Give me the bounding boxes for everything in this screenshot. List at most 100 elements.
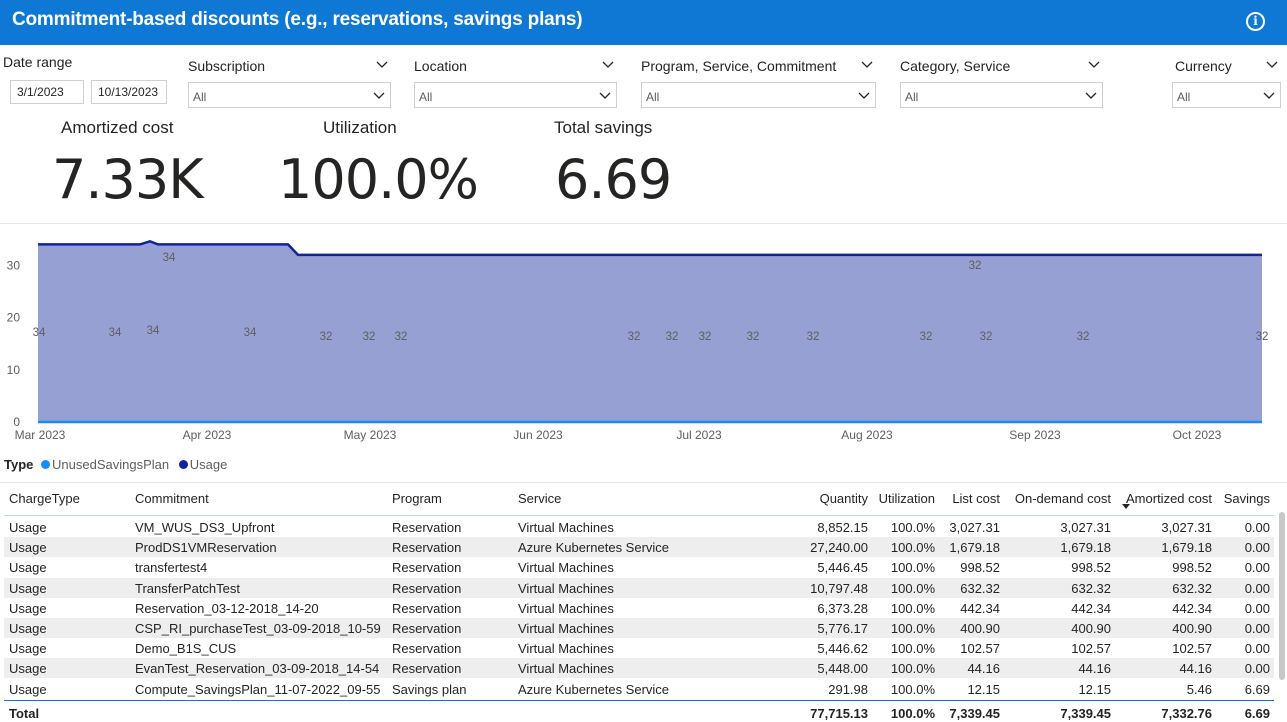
date-start-input[interactable]: 3/1/2023 bbox=[10, 80, 84, 104]
cell-utilization: 100.0% bbox=[890, 540, 935, 556]
date-end-input[interactable]: 10/13/2023 bbox=[91, 80, 167, 104]
cell-savings: 0.00 bbox=[1244, 560, 1270, 576]
cell-utilization: 100.0% bbox=[890, 621, 935, 636]
cell-amortized-cost: 44.16 bbox=[1179, 661, 1212, 677]
cell-amortized-cost: 632.32 bbox=[1172, 580, 1212, 596]
cell-service: Azure Kubernetes Service bbox=[518, 540, 670, 556]
total-ondemand-cost: 7,339.45 bbox=[1060, 706, 1111, 721]
table-row[interactable]: Usage transfertest4 Reservation Virtual Mac… bbox=[4, 557, 1274, 577]
kpi-amortized-value: 7.33K bbox=[52, 148, 204, 211]
program-value: All bbox=[646, 90, 660, 104]
table-row[interactable]: Usage CSP_RI_purchaseTest_03-09-2018_10-5… bbox=[4, 618, 1274, 638]
column-header-ondemand-cost[interactable]: On-demand cost bbox=[1015, 491, 1111, 506]
cell-commitment: TransferPatchTest bbox=[135, 580, 241, 596]
table-row[interactable]: Usage Compute_SavingsPlan_11-07-2022_09-5… bbox=[4, 679, 1274, 699]
total-label: Total bbox=[9, 706, 40, 721]
table-row[interactable]: Usage Demo_B1S_CUS Reservation Virtual Mach… bbox=[4, 638, 1274, 658]
legend-usage-marker bbox=[178, 460, 188, 469]
cell-amortized-cost: 400.90 bbox=[1172, 621, 1212, 636]
legend-unused-label[interactable]: UnusedSavingsPlan bbox=[52, 457, 169, 472]
cell-list-cost: 998.52 bbox=[960, 560, 1000, 576]
cell-program: Savings plan bbox=[392, 681, 467, 697]
data-label: 32 bbox=[807, 331, 820, 343]
section-divider bbox=[0, 223, 1287, 224]
column-header-commitment[interactable]: Commitment bbox=[135, 491, 209, 506]
chevron-down-icon bbox=[858, 92, 870, 100]
table-row[interactable]: Usage VM_WUS_DS3_Upfront Reservation Virtua… bbox=[4, 517, 1274, 537]
cell-utilization: 100.0% bbox=[890, 560, 935, 576]
subscription-value: All bbox=[193, 90, 207, 104]
y-tick-label: 30 bbox=[7, 258, 21, 272]
total-list-cost: 7,339.45 bbox=[949, 706, 1000, 721]
table-row[interactable]: Usage EvanTest_Reservation_03-09-2018_14-… bbox=[4, 658, 1274, 679]
table-row[interactable]: Usage ProdDS1VMReservation Reservation Azur… bbox=[4, 537, 1274, 558]
data-label: 32 bbox=[920, 331, 933, 343]
category-dropdown[interactable]: All bbox=[900, 82, 1103, 108]
x-tick-label: Aug 2023 bbox=[841, 428, 893, 442]
cell-utilization: 100.0% bbox=[890, 580, 935, 596]
column-header-program[interactable]: Program bbox=[392, 491, 442, 506]
cell-list-cost: 1,679.18 bbox=[949, 540, 1000, 556]
y-tick-label: 20 bbox=[7, 311, 21, 325]
table-row[interactable]: Usage Reservation_03-12-2018_14-20 Reserva… bbox=[4, 598, 1274, 618]
table-row[interactable]: Usage TransferPatchTest Reservation Virtual… bbox=[4, 577, 1274, 598]
cell-list-cost: 102.57 bbox=[960, 641, 1000, 657]
total-savings: 6.69 bbox=[1244, 706, 1270, 721]
data-label: 32 bbox=[628, 331, 641, 343]
chevron-down-icon bbox=[1263, 92, 1275, 100]
data-label: 32 bbox=[395, 331, 408, 343]
total-quantity: 77,715.13 bbox=[810, 706, 868, 721]
cell-list-cost: 442.34 bbox=[960, 600, 1000, 616]
cell-quantity: 5,448.00 bbox=[817, 661, 868, 677]
data-label: 34 bbox=[163, 252, 176, 264]
info-icon[interactable]: i bbox=[1246, 12, 1265, 31]
currency-expand-icon[interactable] bbox=[1266, 61, 1278, 69]
location-dropdown[interactable]: All bbox=[414, 82, 617, 108]
table-scrollbar[interactable] bbox=[1279, 512, 1285, 680]
cell-chargetype: Usage bbox=[9, 560, 47, 576]
cell-chargetype: Usage bbox=[9, 580, 47, 596]
data-label: 32 bbox=[1256, 331, 1269, 343]
currency-dropdown[interactable]: All bbox=[1172, 82, 1281, 108]
cell-amortized-cost: 1,679.18 bbox=[1161, 540, 1212, 556]
program-dropdown[interactable]: All bbox=[641, 82, 876, 108]
date-range-label: Date range bbox=[3, 54, 73, 70]
cell-savings: 0.00 bbox=[1244, 661, 1270, 677]
cell-commitment: Demo_B1S_CUS bbox=[135, 641, 237, 657]
column-header-utilization[interactable]: Utilization bbox=[879, 491, 935, 506]
cell-chargetype: Usage bbox=[9, 661, 47, 677]
data-label: 32 bbox=[363, 331, 376, 343]
data-label: 32 bbox=[969, 260, 982, 272]
table-total-row: Total 77,715.13 100.0% 7,339.45 7,339.45… bbox=[4, 700, 1274, 722]
cell-utilization: 100.0% bbox=[890, 641, 935, 657]
column-header-savings[interactable]: Savings bbox=[1224, 491, 1270, 506]
cell-savings: 0.00 bbox=[1244, 580, 1270, 596]
cell-ondemand-cost: 442.34 bbox=[1071, 600, 1111, 616]
column-header-list-cost[interactable]: List cost bbox=[952, 491, 1000, 506]
column-header-chargetype[interactable]: ChargeType bbox=[9, 491, 80, 506]
cell-amortized-cost: 998.52 bbox=[1172, 560, 1212, 576]
cell-savings: 0.00 bbox=[1244, 520, 1270, 535]
subscription-expand-icon[interactable] bbox=[376, 61, 388, 69]
column-header-service[interactable]: Service bbox=[518, 491, 561, 506]
cell-ondemand-cost: 400.90 bbox=[1071, 621, 1111, 636]
legend-unused-marker bbox=[41, 460, 51, 469]
cell-chargetype: Usage bbox=[9, 520, 47, 535]
column-header-quantity[interactable]: Quantity bbox=[820, 491, 868, 506]
cell-quantity: 291.98 bbox=[828, 681, 868, 697]
currency-value: All bbox=[1177, 90, 1191, 104]
cell-amortized-cost: 102.57 bbox=[1172, 641, 1212, 657]
cell-quantity: 5,446.45 bbox=[817, 560, 868, 576]
category-expand-icon[interactable] bbox=[1088, 61, 1100, 69]
kpi-savings-value: 6.69 bbox=[555, 148, 672, 211]
usage-area-chart[interactable]: 0 10 20 30 34 34 34 34 34 32 32 32 32 32 32 32 32 32 32 32 3… bbox=[0, 226, 1287, 451]
program-expand-icon[interactable] bbox=[861, 61, 873, 69]
data-label: 32 bbox=[666, 331, 679, 343]
cell-savings: 6.69 bbox=[1244, 681, 1270, 697]
location-expand-icon[interactable] bbox=[602, 61, 614, 69]
subscription-dropdown[interactable]: All bbox=[188, 82, 391, 108]
column-header-amortized-cost[interactable]: Amortized cost bbox=[1126, 491, 1212, 506]
legend-usage-label[interactable]: Usage bbox=[190, 457, 228, 472]
data-label: 34 bbox=[147, 325, 160, 337]
x-tick-label: Jun 2023 bbox=[513, 428, 563, 442]
